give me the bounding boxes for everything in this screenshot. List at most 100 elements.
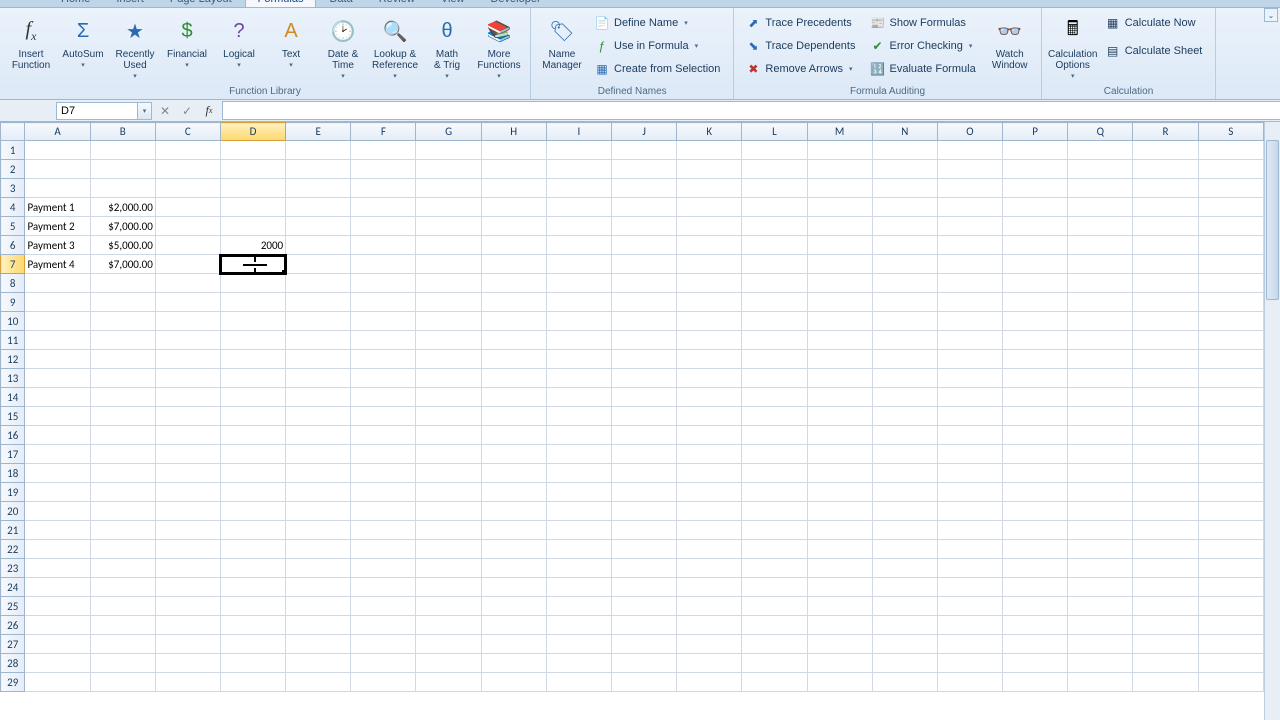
cell-H13[interactable] (481, 369, 546, 388)
cell-R8[interactable] (1133, 274, 1198, 293)
cell-N7[interactable] (872, 255, 937, 274)
cell-H16[interactable] (481, 426, 546, 445)
cell-I2[interactable] (546, 160, 611, 179)
cell-S6[interactable] (1198, 236, 1263, 255)
row-header-26[interactable]: 26 (1, 616, 25, 635)
cell-L13[interactable] (742, 369, 807, 388)
cell-S1[interactable] (1198, 141, 1263, 160)
cell-C18[interactable] (155, 464, 220, 483)
cell-B13[interactable] (90, 369, 155, 388)
cell-O13[interactable] (937, 369, 1002, 388)
cell-B9[interactable] (90, 293, 155, 312)
cell-P19[interactable] (1003, 483, 1068, 502)
cell-S12[interactable] (1198, 350, 1263, 369)
cell-E9[interactable] (286, 293, 351, 312)
cell-Q15[interactable] (1068, 407, 1133, 426)
cell-G19[interactable] (416, 483, 481, 502)
cell-P8[interactable] (1003, 274, 1068, 293)
cell-N14[interactable] (872, 388, 937, 407)
cell-K25[interactable] (677, 597, 742, 616)
cell-G28[interactable] (416, 654, 481, 673)
cell-S29[interactable] (1198, 673, 1263, 692)
column-header-F[interactable]: F (351, 123, 416, 141)
cell-M7[interactable] (807, 255, 872, 274)
autosum-button[interactable]: Σ AutoSum ▾ (58, 12, 108, 70)
cell-S24[interactable] (1198, 578, 1263, 597)
cell-K19[interactable] (677, 483, 742, 502)
cell-J18[interactable] (611, 464, 676, 483)
cell-O12[interactable] (937, 350, 1002, 369)
date-time-button[interactable]: 🕑 Date & Time ▾ (318, 12, 368, 81)
cell-F14[interactable] (351, 388, 416, 407)
column-header-H[interactable]: H (481, 123, 546, 141)
cell-P10[interactable] (1003, 312, 1068, 331)
cell-L17[interactable] (742, 445, 807, 464)
cell-L27[interactable] (742, 635, 807, 654)
cell-O20[interactable] (937, 502, 1002, 521)
cell-C11[interactable] (155, 331, 220, 350)
cell-J15[interactable] (611, 407, 676, 426)
cell-I24[interactable] (546, 578, 611, 597)
column-header-O[interactable]: O (937, 123, 1002, 141)
cell-H27[interactable] (481, 635, 546, 654)
cell-N19[interactable] (872, 483, 937, 502)
row-header-11[interactable]: 11 (1, 331, 25, 350)
cell-N16[interactable] (872, 426, 937, 445)
cell-G21[interactable] (416, 521, 481, 540)
row-header-14[interactable]: 14 (1, 388, 25, 407)
cell-J6[interactable] (611, 236, 676, 255)
cell-J4[interactable] (611, 198, 676, 217)
cell-J11[interactable] (611, 331, 676, 350)
cell-G6[interactable] (416, 236, 481, 255)
cell-B28[interactable] (90, 654, 155, 673)
cell-R5[interactable] (1133, 217, 1198, 236)
cell-S18[interactable] (1198, 464, 1263, 483)
cell-B7[interactable]: $7,000.00 (90, 255, 155, 274)
cell-J19[interactable] (611, 483, 676, 502)
column-header-G[interactable]: G (416, 123, 481, 141)
cell-C21[interactable] (155, 521, 220, 540)
cell-G11[interactable] (416, 331, 481, 350)
cell-J8[interactable] (611, 274, 676, 293)
cell-R9[interactable] (1133, 293, 1198, 312)
cell-D15[interactable] (220, 407, 285, 426)
cell-L9[interactable] (742, 293, 807, 312)
row-header-28[interactable]: 28 (1, 654, 25, 673)
cell-D19[interactable] (220, 483, 285, 502)
cell-E2[interactable] (286, 160, 351, 179)
cell-J1[interactable] (611, 141, 676, 160)
cell-J21[interactable] (611, 521, 676, 540)
cell-N25[interactable] (872, 597, 937, 616)
cell-J3[interactable] (611, 179, 676, 198)
column-header-R[interactable]: R (1133, 123, 1198, 141)
cell-M1[interactable] (807, 141, 872, 160)
cell-C7[interactable] (155, 255, 220, 274)
cell-C1[interactable] (155, 141, 220, 160)
cell-S26[interactable] (1198, 616, 1263, 635)
cell-H3[interactable] (481, 179, 546, 198)
cell-M5[interactable] (807, 217, 872, 236)
row-header-27[interactable]: 27 (1, 635, 25, 654)
cell-P6[interactable] (1003, 236, 1068, 255)
trace-dependents-button[interactable]: ⬊ Trace Dependents (740, 35, 862, 57)
cell-K3[interactable] (677, 179, 742, 198)
row-header-19[interactable]: 19 (1, 483, 25, 502)
cell-C22[interactable] (155, 540, 220, 559)
formula-bar-input[interactable] (222, 101, 1280, 120)
cell-I18[interactable] (546, 464, 611, 483)
cell-I12[interactable] (546, 350, 611, 369)
cell-B22[interactable] (90, 540, 155, 559)
cell-R24[interactable] (1133, 578, 1198, 597)
cell-S2[interactable] (1198, 160, 1263, 179)
cell-C23[interactable] (155, 559, 220, 578)
cell-S13[interactable] (1198, 369, 1263, 388)
cell-B18[interactable] (90, 464, 155, 483)
cell-B1[interactable] (90, 141, 155, 160)
cell-K15[interactable] (677, 407, 742, 426)
cell-S11[interactable] (1198, 331, 1263, 350)
cell-D9[interactable] (220, 293, 285, 312)
cell-C25[interactable] (155, 597, 220, 616)
cell-P5[interactable] (1003, 217, 1068, 236)
cell-C12[interactable] (155, 350, 220, 369)
cell-O1[interactable] (937, 141, 1002, 160)
